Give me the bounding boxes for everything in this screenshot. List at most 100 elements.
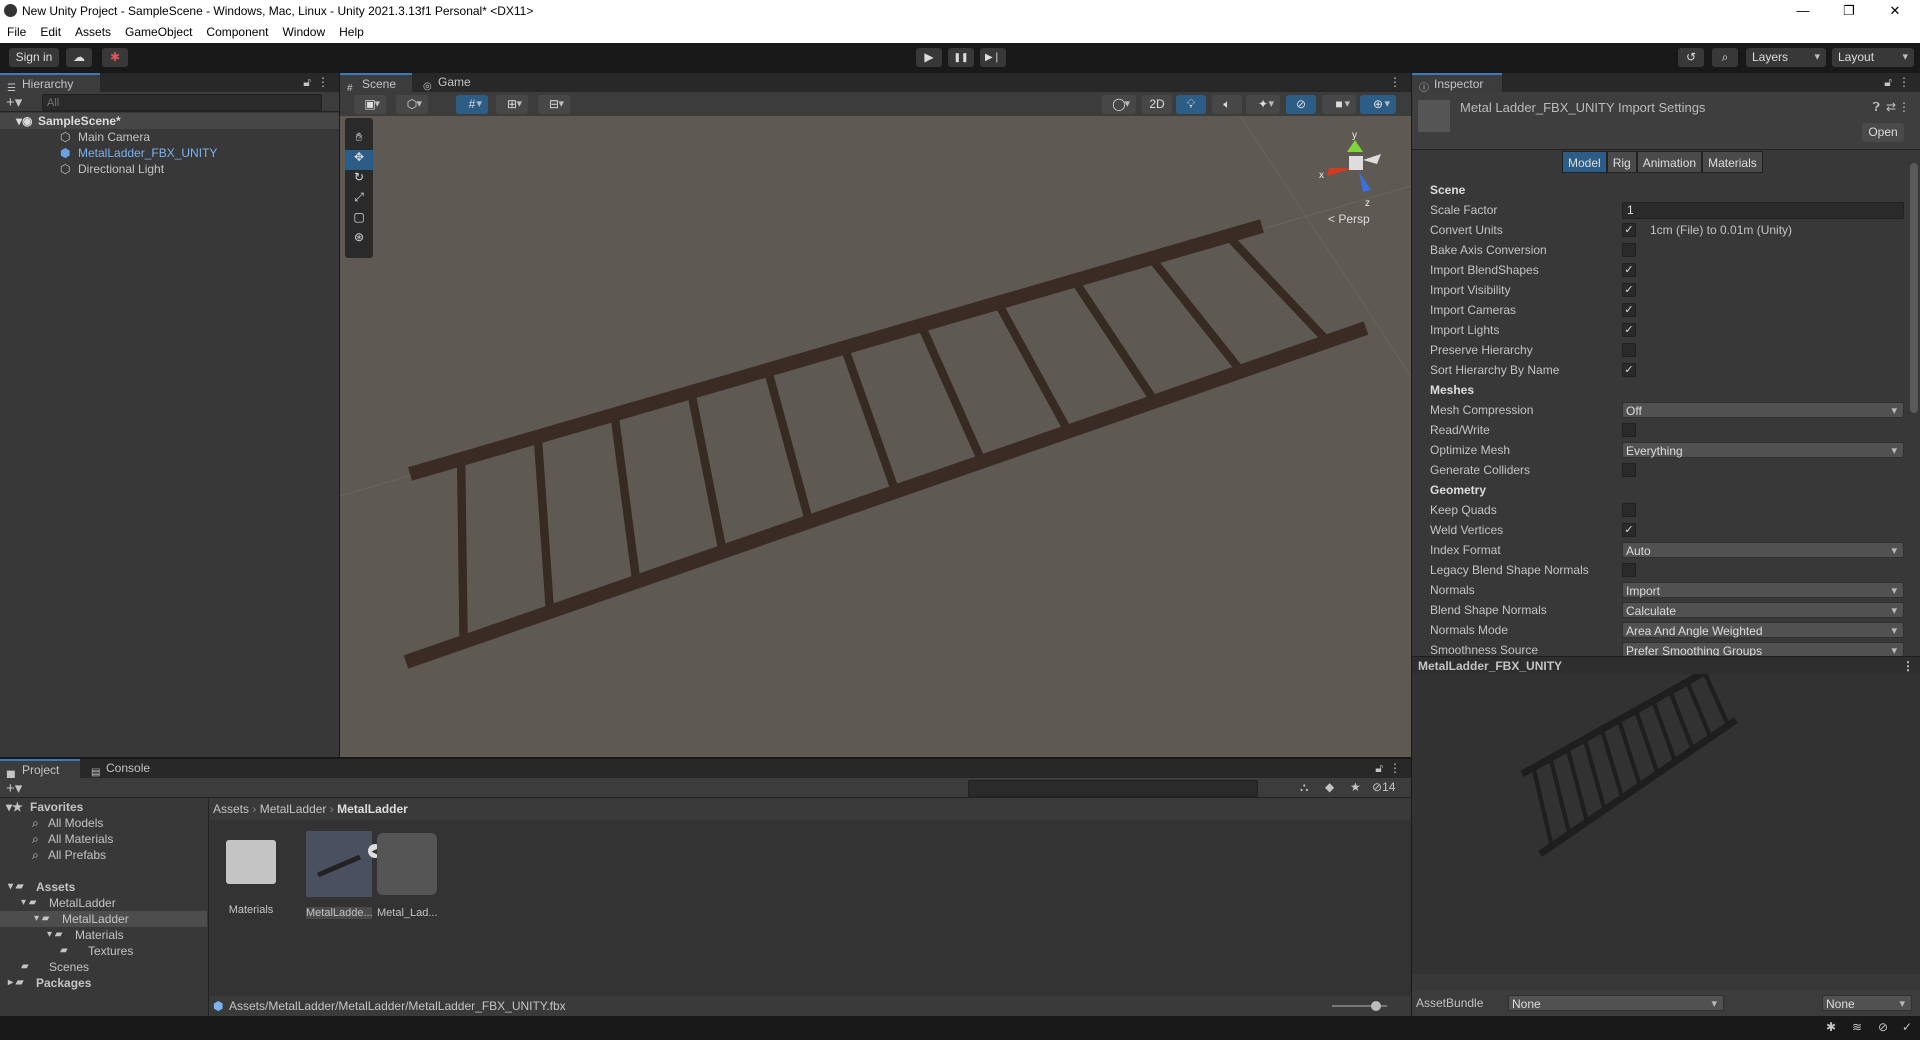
checkbox[interactable]: ✓	[1622, 223, 1636, 237]
minimize-button[interactable]: —	[1780, 0, 1826, 22]
perspective-label[interactable]: < Persp	[1328, 212, 1370, 226]
camera-dropdown[interactable]: ■	[1322, 95, 1356, 114]
more-icon[interactable]: ⋮	[1389, 75, 1401, 89]
dropdown[interactable]: Prefer Smoothing Groups	[1622, 642, 1904, 656]
tab-scene[interactable]: # Scene	[340, 73, 412, 94]
check-circle-icon[interactable]: ✓	[1902, 1020, 1912, 1034]
hierarchy-item-main-camera[interactable]: ⬡ Main Camera	[0, 129, 339, 145]
lighting-toggle-icon[interactable]: 💡︎	[1176, 95, 1206, 114]
folder-tree-item[interactable]: ▾ ▰ MetalLadder	[0, 895, 207, 911]
layers-dropdown[interactable]: Layers	[1746, 48, 1826, 67]
move-tool-icon[interactable]: ✥	[345, 150, 373, 170]
folder-tree-item[interactable]: ▰ Textures	[0, 943, 207, 959]
folder-tree-item[interactable]: ▸ ▰ Packages	[0, 975, 207, 991]
cloud-icon[interactable]: ☁	[66, 48, 92, 67]
menu-edit[interactable]: Edit	[33, 22, 68, 43]
menu-file[interactable]: File	[0, 22, 33, 43]
audio-toggle-icon[interactable]: 🔈︎	[1212, 95, 1242, 114]
folder-tree-item[interactable]: ▾ ▰ Assets	[0, 879, 207, 895]
more-icon[interactable]: ⋮	[1898, 100, 1910, 114]
hierarchy-item-directional-light[interactable]: ⬡ Directional Light	[0, 161, 339, 177]
pause-button[interactable]: ❚❚	[948, 48, 974, 67]
lock-icon[interactable]: 🔓︎	[1375, 761, 1383, 776]
menu-assets[interactable]: Assets	[68, 22, 118, 43]
tab-rig[interactable]: Rig	[1606, 151, 1637, 173]
render-mode-dropdown[interactable]: ⬡	[396, 95, 428, 114]
menu-component[interactable]: Component	[199, 22, 275, 43]
tab-inspector[interactable]: ⓘ Inspector	[1412, 73, 1502, 94]
asset-bundle-variant-dropdown[interactable]: None	[1822, 995, 1912, 1012]
checkbox[interactable]	[1622, 563, 1636, 577]
bug-icon[interactable]: ✱	[1826, 1020, 1836, 1034]
increment-snap-dropdown[interactable]: ⊟	[538, 95, 570, 114]
tab-project[interactable]: ▆ Project	[0, 759, 80, 780]
dropdown[interactable]: Import	[1622, 582, 1904, 599]
layout-dropdown[interactable]: Layout	[1832, 48, 1914, 67]
gizmos-dropdown[interactable]: ⊕	[1360, 95, 1396, 114]
asset-bundle-dropdown[interactable]: None	[1508, 995, 1724, 1012]
more-icon[interactable]: ⋮	[1902, 657, 1914, 675]
folder-tree-item[interactable]: ▰ Scenes	[0, 959, 207, 975]
breadcrumb-current[interactable]: MetalLadder	[337, 802, 408, 816]
folder-tree-item[interactable]: ▾ ▰ MetalLadder	[0, 911, 207, 927]
2d-toggle[interactable]: 2D	[1142, 95, 1172, 114]
rect-tool-icon[interactable]: ▢	[345, 210, 373, 230]
asset-materials-folder[interactable]: Materials	[221, 834, 281, 916]
favorite-all-prefabs[interactable]: ⌕ All Prefabs	[0, 847, 207, 863]
more-icon[interactable]: ⋮	[1898, 75, 1910, 89]
menu-window[interactable]: Window	[275, 22, 332, 43]
more-icon[interactable]: ⋮	[1389, 761, 1401, 775]
lock-icon[interactable]: 🔓︎	[303, 75, 311, 90]
orientation-gizmo[interactable]: y x z	[1305, 130, 1405, 210]
tab-hierarchy[interactable]: ☰ Hierarchy	[0, 73, 100, 94]
lock-icon[interactable]: 🔓︎	[1884, 75, 1892, 90]
favorites-row[interactable]: ▾★ Favorites	[0, 799, 207, 815]
checkbox[interactable]: ✓	[1622, 303, 1636, 317]
menu-gameobject[interactable]: GameObject	[118, 22, 199, 43]
add-icon[interactable]: +▾	[6, 779, 22, 797]
inspector-scrollbar[interactable]	[1910, 163, 1918, 413]
history-icon[interactable]: ↺	[1678, 48, 1704, 67]
breadcrumb-metalladder[interactable]: MetalLadder	[260, 802, 327, 816]
play-button[interactable]: ▶	[916, 48, 942, 67]
restore-button[interactable]: ❐	[1826, 0, 1872, 22]
dropdown[interactable]: Off	[1622, 402, 1904, 419]
checkbox[interactable]	[1622, 503, 1636, 517]
tab-console[interactable]: ▤ Console	[84, 759, 164, 778]
help-icon[interactable]: ❓︎	[1873, 100, 1880, 115]
filter-label-icon[interactable]: ◆	[1325, 780, 1334, 794]
text-field[interactable]: 1	[1622, 202, 1904, 219]
snap-dropdown[interactable]: ⊞	[496, 95, 528, 114]
sign-in-button[interactable]: Sign in	[9, 48, 59, 67]
hidden-objects-icon[interactable]: ⊘	[1286, 95, 1316, 114]
tab-materials[interactable]: Materials	[1702, 151, 1763, 173]
scene-row[interactable]: ▾◉ SampleScene*	[0, 113, 339, 129]
layers-stack-icon[interactable]: ≋	[1852, 1020, 1862, 1034]
checkbox[interactable]	[1622, 343, 1636, 357]
checkbox[interactable]: ✓	[1622, 263, 1636, 277]
filter-type-icon[interactable]: ⛬	[1300, 780, 1308, 795]
dropdown[interactable]: Everything	[1622, 442, 1904, 459]
grid-snap-dropdown[interactable]: #	[456, 95, 488, 114]
thumbnail-size-slider[interactable]	[1332, 1001, 1387, 1011]
more-icon[interactable]: ⋮	[317, 75, 329, 89]
checkbox[interactable]	[1622, 423, 1636, 437]
search-icon[interactable]: ⌕	[1712, 48, 1738, 67]
checkbox[interactable]: ✓	[1622, 363, 1636, 377]
rotate-tool-icon[interactable]: ↻	[345, 170, 373, 190]
draw-mode-dropdown[interactable]: ▣	[354, 95, 386, 114]
tab-game[interactable]: ◎ Game	[416, 73, 486, 92]
checkbox[interactable]	[1622, 463, 1636, 477]
breadcrumb-assets[interactable]: Assets	[213, 802, 249, 816]
project-search-input[interactable]	[968, 780, 1258, 797]
scene-viewport[interactable]: ✋︎ ✥ ↻ ⤢ ▢ ⊛ y x z < Persp	[340, 116, 1411, 757]
hierarchy-item-metal-ladder[interactable]: ⬢ MetalLadder_FBX_UNITY	[0, 145, 339, 161]
checkbox[interactable]	[1622, 243, 1636, 257]
folder-tree-item[interactable]: ▾ ▰ Materials	[0, 927, 207, 943]
close-button[interactable]: ✕	[1872, 0, 1918, 22]
debug-icon[interactable]: ⊘	[1878, 1020, 1888, 1034]
checkbox[interactable]: ✓	[1622, 283, 1636, 297]
presets-icon[interactable]: ⇄	[1886, 100, 1896, 114]
effects-dropdown[interactable]: ✦	[1246, 95, 1280, 114]
checkbox[interactable]: ✓	[1622, 323, 1636, 337]
